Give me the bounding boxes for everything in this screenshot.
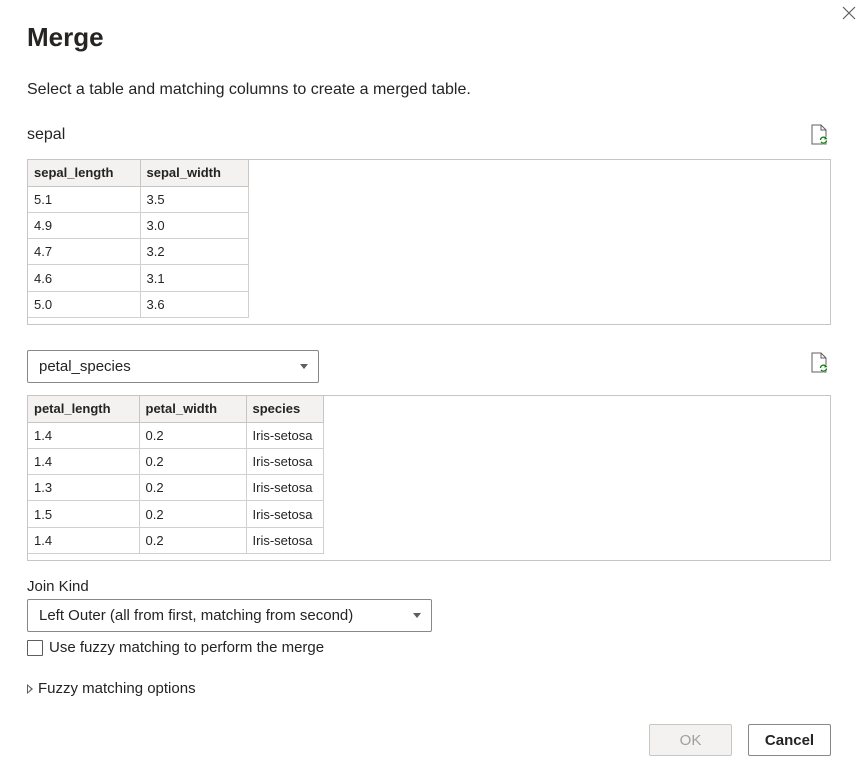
second-table-select[interactable]: petal_species xyxy=(27,350,319,383)
fuzzy-matching-row: Use fuzzy matching to perform the merge xyxy=(27,639,324,656)
fuzzy-matching-checkbox[interactable] xyxy=(27,639,43,656)
table-cell: 3.5 xyxy=(140,186,249,213)
column-header[interactable]: petal_width xyxy=(139,396,247,423)
table-cell: Iris-setosa xyxy=(246,500,324,528)
table-cell: 1.4 xyxy=(28,422,140,449)
dialog-title: Merge xyxy=(27,22,104,52)
table-row: 4.7 3.2 xyxy=(28,238,249,266)
join-kind-select-value: Left Outer (all from first, matching fro… xyxy=(39,607,354,624)
table-row: 4.6 3.1 xyxy=(28,264,249,292)
first-table-preview: sepal_length sepal_width 5.1 3.5 4.9 3.0 4.7 3… xyxy=(27,159,831,325)
table-row: 5.0 3.6 xyxy=(28,291,249,318)
table-row: 4.9 3.0 xyxy=(28,212,249,240)
column-header[interactable]: sepal_length xyxy=(28,160,141,187)
table-cell: 1.4 xyxy=(28,448,140,476)
table-cell: Iris-setosa xyxy=(246,527,324,554)
table-cell: 1.3 xyxy=(28,474,140,502)
table-cell: Iris-setosa xyxy=(246,474,324,502)
join-kind-label: Join Kind xyxy=(27,578,89,595)
table-cell: 4.7 xyxy=(28,238,141,266)
chevron-down-icon xyxy=(413,613,421,618)
table-cell: 0.2 xyxy=(139,448,247,476)
second-table-select-value: petal_species xyxy=(39,358,131,375)
refresh-document-icon xyxy=(811,124,828,145)
table-cell: 1.4 xyxy=(28,527,140,554)
table-row: 1.3 0.2 Iris-setosa xyxy=(28,474,324,502)
table-cell: 3.6 xyxy=(140,291,249,318)
table-cell: 1.5 xyxy=(28,500,140,528)
chevron-down-icon xyxy=(300,364,308,369)
fuzzy-options-label: Fuzzy matching options xyxy=(38,680,196,697)
expand-triangle-icon xyxy=(27,683,33,694)
table-row: 1.4 0.2 Iris-setosa xyxy=(28,448,324,476)
dialog-subtitle: Select a table and matching columns to c… xyxy=(27,81,471,98)
table-cell: 0.2 xyxy=(139,422,247,449)
join-kind-select[interactable]: Left Outer (all from first, matching fro… xyxy=(27,599,432,632)
table-cell: Iris-setosa xyxy=(246,422,324,449)
column-header[interactable]: species xyxy=(246,396,324,423)
table-cell: 0.2 xyxy=(139,527,247,554)
table-row: 5.1 3.5 xyxy=(28,186,249,213)
close-button[interactable] xyxy=(838,2,860,24)
cancel-button[interactable]: Cancel xyxy=(748,724,831,756)
table-cell: 3.1 xyxy=(140,264,249,292)
refresh-first-table-button[interactable] xyxy=(809,124,831,146)
table-cell: 5.0 xyxy=(28,291,141,318)
second-table-preview: petal_length petal_width species 1.4 0.2 Iri… xyxy=(27,395,831,561)
table-cell: 4.6 xyxy=(28,264,141,292)
fuzzy-options-expander[interactable]: Fuzzy matching options xyxy=(27,680,196,697)
fuzzy-matching-label[interactable]: Use fuzzy matching to perform the merge xyxy=(49,639,324,656)
table-cell: 5.1 xyxy=(28,186,141,213)
column-header[interactable]: petal_length xyxy=(28,396,140,423)
table-row: 1.4 0.2 Iris-setosa xyxy=(28,527,324,554)
first-table-grid: sepal_length sepal_width 5.1 3.5 4.9 3.0 4.7 3… xyxy=(28,160,249,318)
second-table-grid: petal_length petal_width species 1.4 0.2 Iri… xyxy=(28,396,324,554)
table-cell: Iris-setosa xyxy=(246,448,324,476)
refresh-second-table-button[interactable] xyxy=(809,352,831,374)
first-table-name: sepal xyxy=(27,126,66,143)
table-cell: 0.2 xyxy=(139,500,247,528)
refresh-document-icon xyxy=(811,352,828,373)
close-icon xyxy=(842,6,856,20)
table-row: 1.5 0.2 Iris-setosa xyxy=(28,500,324,528)
ok-button[interactable]: OK xyxy=(649,724,732,756)
table-cell: 0.2 xyxy=(139,474,247,502)
column-header[interactable]: sepal_width xyxy=(140,160,249,187)
table-row: 1.4 0.2 Iris-setosa xyxy=(28,422,324,449)
table-cell: 4.9 xyxy=(28,212,141,240)
table-cell: 3.0 xyxy=(140,212,249,240)
table-cell: 3.2 xyxy=(140,238,249,266)
